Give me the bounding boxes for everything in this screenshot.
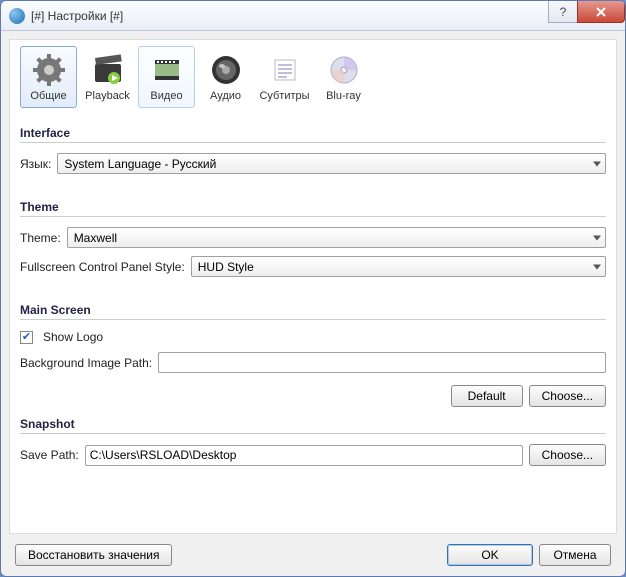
savepath-input[interactable] xyxy=(85,445,523,466)
window-title: [#] Настройки [#] xyxy=(31,9,549,23)
tab-subtitles[interactable]: Субтитры xyxy=(256,46,313,108)
restore-label: Восстановить значения xyxy=(28,548,159,562)
cancel-label: Отмена xyxy=(553,548,596,562)
section-interface-title: Interface xyxy=(20,126,606,140)
disc-icon xyxy=(327,53,361,87)
close-icon xyxy=(595,6,607,18)
chevron-down-icon xyxy=(593,161,601,166)
tab-audio[interactable]: Аудио xyxy=(197,46,254,108)
cancel-button[interactable]: Отмена xyxy=(539,544,611,566)
bgpath-label: Background Image Path: xyxy=(20,356,152,370)
tab-playback[interactable]: Playback xyxy=(79,46,136,108)
bgpath-input[interactable] xyxy=(158,352,606,373)
speaker-icon xyxy=(209,53,243,87)
settings-window: [#] Настройки [#] ? Общие Playback xyxy=(0,0,626,577)
content-area: Общие Playback Видео Аудио xyxy=(9,39,617,534)
choose-button-label: Choose... xyxy=(542,389,593,403)
footer: Восстановить значения OK Отмена xyxy=(1,534,625,576)
ok-label: OK xyxy=(481,548,498,562)
app-icon xyxy=(9,8,25,24)
titlebar-buttons: ? xyxy=(549,1,625,30)
language-label: Язык: xyxy=(20,157,51,171)
film-icon xyxy=(150,53,184,87)
ok-button[interactable]: OK xyxy=(447,544,533,566)
tab-video[interactable]: Видео xyxy=(138,46,195,108)
default-button[interactable]: Default xyxy=(451,385,523,407)
tab-label: Общие xyxy=(30,90,66,102)
check-icon: ✔ xyxy=(22,332,31,343)
help-icon: ? xyxy=(557,6,569,18)
tab-general[interactable]: Общие xyxy=(20,46,77,108)
titlebar: [#] Настройки [#] ? xyxy=(1,1,625,31)
tab-bluray[interactable]: Blu-ray xyxy=(315,46,372,108)
divider xyxy=(20,216,606,217)
divider xyxy=(20,433,606,434)
theme-value: Maxwell xyxy=(74,231,117,245)
show-logo-checkbox[interactable]: ✔ xyxy=(20,331,33,344)
category-toolbar: Общие Playback Видео Аудио xyxy=(20,46,606,108)
tab-label: Playback xyxy=(85,90,130,102)
theme-select[interactable]: Maxwell xyxy=(67,227,606,248)
tab-label: Blu-ray xyxy=(326,90,361,102)
clapper-icon xyxy=(91,53,125,87)
divider xyxy=(20,319,606,320)
section-theme-title: Theme xyxy=(20,200,606,214)
subtitle-icon xyxy=(268,53,302,87)
choose-savepath-button[interactable]: Choose... xyxy=(529,444,606,466)
svg-text:?: ? xyxy=(560,6,567,18)
restore-defaults-button[interactable]: Восстановить значения xyxy=(15,544,172,566)
default-button-label: Default xyxy=(468,389,506,403)
fcps-select[interactable]: HUD Style xyxy=(191,256,606,277)
divider xyxy=(20,142,606,143)
help-button[interactable]: ? xyxy=(548,1,578,23)
section-snapshot-title: Snapshot xyxy=(20,417,606,431)
tab-label: Субтитры xyxy=(259,90,309,102)
savepath-label: Save Path: xyxy=(20,448,79,462)
tab-label: Аудио xyxy=(210,90,241,102)
chevron-down-icon xyxy=(593,264,601,269)
fcps-value: HUD Style xyxy=(198,260,254,274)
close-button[interactable] xyxy=(577,1,625,23)
language-select[interactable]: System Language - Русский xyxy=(57,153,606,174)
choose-button-label: Choose... xyxy=(542,448,593,462)
section-mainscreen-title: Main Screen xyxy=(20,303,606,317)
chevron-down-icon xyxy=(593,235,601,240)
language-value: System Language - Русский xyxy=(64,157,216,171)
gear-icon xyxy=(32,53,66,87)
fcps-label: Fullscreen Control Panel Style: xyxy=(20,260,185,274)
theme-label: Theme: xyxy=(20,231,61,245)
choose-bg-button[interactable]: Choose... xyxy=(529,385,606,407)
tab-label: Видео xyxy=(150,90,182,102)
show-logo-label: Show Logo xyxy=(43,330,103,344)
